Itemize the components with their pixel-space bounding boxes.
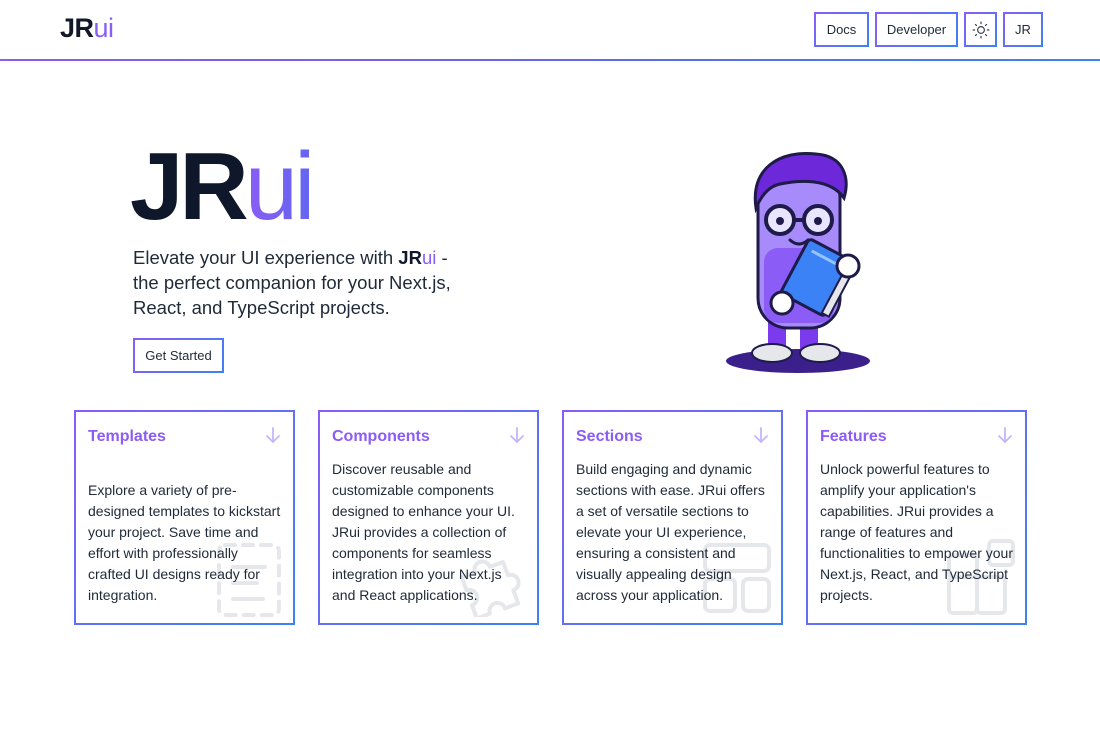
card-body: Explore a variety of pre-designed templa… [88,482,281,603]
card-body: Build engaging and dynamic sections with… [576,461,765,603]
hero-title: JRui [130,132,316,242]
top-header: JRui Docs Developer JR [0,0,1100,61]
logo-ui: ui [93,13,115,43]
card-features[interactable]: Features Unlock powerful features to amp… [806,410,1027,625]
header-divider [0,59,1100,61]
get-started-button[interactable]: Get Started [133,338,224,373]
card-title: Components [332,428,430,445]
sun-icon [972,21,989,38]
card-templates[interactable]: Templates Explore a variety of pre-desig… [74,410,295,625]
profile-button[interactable]: JR [1003,12,1043,47]
card-sections[interactable]: Sections Build engaging and dynamic sect… [562,410,783,625]
card-body: Discover reusable and customizable compo… [332,461,515,603]
hero-title-ui: ui [244,133,316,240]
logo-jr: JR [60,13,94,43]
theme-toggle-button[interactable] [964,12,997,47]
card-body: Unlock powerful features to amplify your… [820,461,1013,603]
arrow-down-icon[interactable] [509,426,525,446]
card-components[interactable]: Components Discover reusable and customi… [318,410,539,625]
hero-description: Elevate your UI experience with JRui - t… [133,245,473,320]
card-title: Sections [576,428,643,445]
mascot-illustration [726,151,870,373]
card-title: Features [820,428,887,445]
developer-button[interactable]: Developer [875,12,958,47]
arrow-down-icon[interactable] [265,426,281,446]
logo[interactable]: JRui [60,12,114,44]
arrow-down-icon[interactable] [753,426,769,446]
hero-text-pre: Elevate your UI experience with [133,247,399,268]
arrow-down-icon[interactable] [997,426,1013,446]
card-title: Templates [88,428,166,445]
hero-brand-jr: JR [398,247,422,268]
hero-title-jr: JR [130,133,249,240]
docs-button[interactable]: Docs [814,12,869,47]
hero-brand-ui: ui [421,247,437,268]
